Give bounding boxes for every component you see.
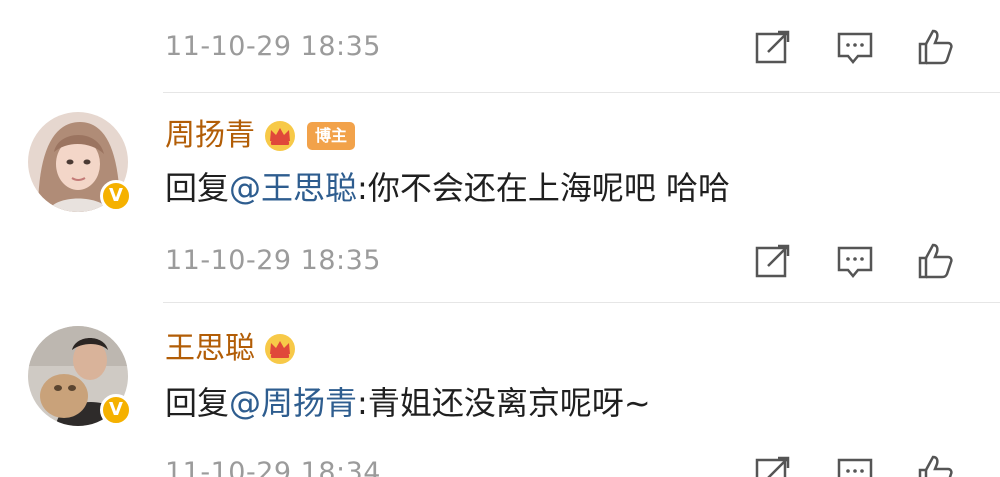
comment-icon[interactable] [834,452,876,477]
comment-text: 回复@王思聪:你不会还在上海呢吧 哈哈 [165,163,730,213]
thumbs-up-icon[interactable] [914,26,956,68]
reply-prefix: 回复 [165,384,230,422]
username[interactable]: 王思聪 [165,326,255,372]
crown-icon [263,119,297,153]
mention-link[interactable]: @周扬青 [229,384,357,422]
username[interactable]: 周扬青 [165,113,255,159]
comment-icon[interactable] [834,26,876,68]
crown-icon [263,332,297,366]
divider [163,92,1000,93]
avatar[interactable]: V [28,326,132,426]
divider [163,302,1000,303]
comment-timestamp: 11-10-29 18:34 [165,457,381,477]
thumbs-up-icon[interactable] [914,240,956,282]
share-icon[interactable] [752,240,794,282]
reply-prefix: 回复 [165,169,230,207]
comment-header: 周扬青 博主 [165,113,356,159]
verified-badge-icon: V [100,180,132,212]
share-icon[interactable] [752,452,794,477]
mention-link[interactable]: @王思聪 [229,169,357,207]
comment-meta-row: 11-10-29 18:34 [0,448,1000,477]
comment-text: 回复@周扬青:青姐还没离京呢呀~ [165,378,651,428]
share-icon[interactable] [752,26,794,68]
comment-meta-row: 11-10-29 18:35 [0,22,1000,72]
comment-timestamp: 11-10-29 18:35 [165,245,381,276]
comment-body: :青姐还没离京呢呀~ [357,384,651,422]
thumbs-up-icon[interactable] [914,452,956,477]
comment-body: :你不会还在上海呢吧 哈哈 [357,169,730,207]
avatar[interactable]: V [28,112,132,212]
comment-header: 王思聪 [165,326,297,372]
verified-badge-icon: V [100,394,132,426]
comment-icon[interactable] [834,240,876,282]
weibo-comment-list: 11-10-29 18:35 V 周扬青 博主 回复@王思聪:你不会还在上海呢吧… [0,0,1000,477]
author-badge: 博主 [307,122,356,150]
comment-meta-row: 11-10-29 18:35 [0,236,1000,286]
comment-timestamp: 11-10-29 18:35 [165,31,381,62]
